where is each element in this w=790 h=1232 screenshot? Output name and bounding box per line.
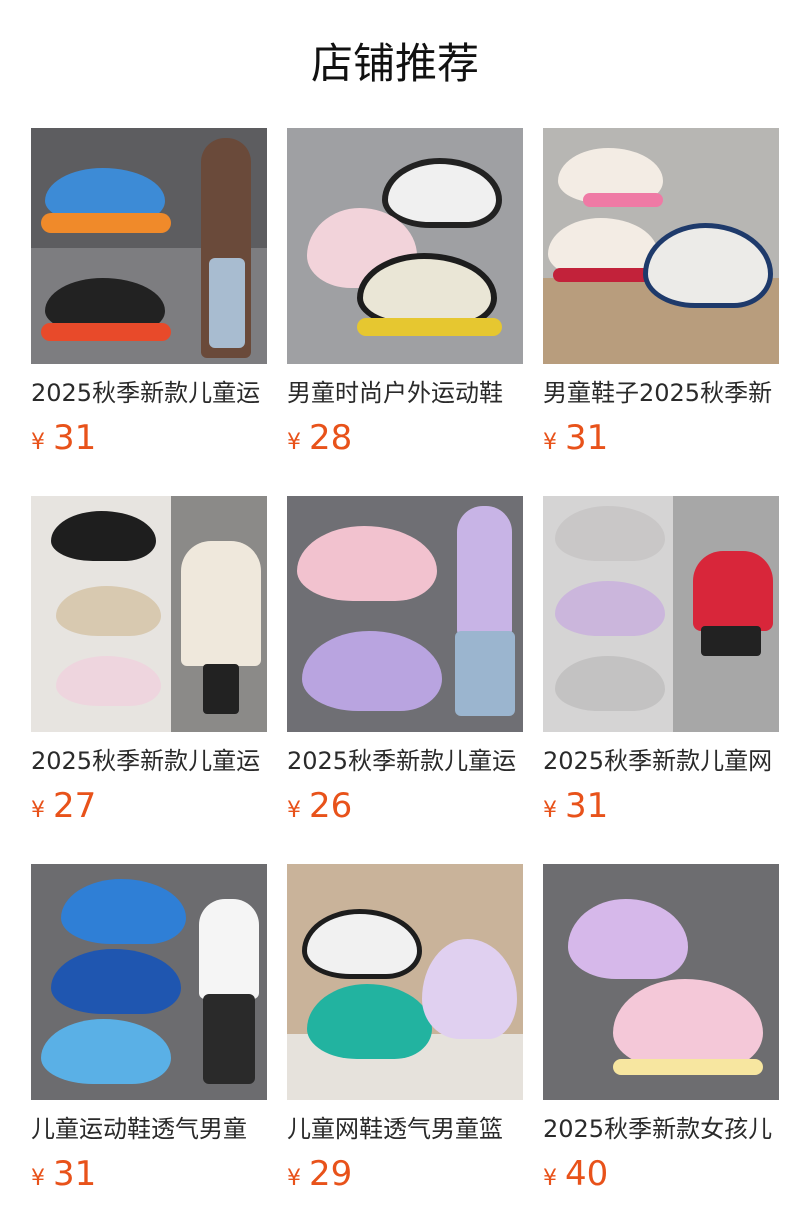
price-value: 27 <box>53 786 97 826</box>
page-title: 店铺推荐 <box>310 39 479 88</box>
product-name[interactable]: 2025秋季新款女孩儿 <box>543 1112 779 1146</box>
price-value: 31 <box>53 1154 97 1194</box>
product-image[interactable] <box>543 864 779 1100</box>
product-image[interactable] <box>287 128 523 364</box>
product-price: ¥ 27 <box>31 786 96 826</box>
product-image[interactable] <box>31 496 267 732</box>
product-price: ¥ 28 <box>287 418 352 458</box>
currency-symbol: ¥ <box>287 430 301 455</box>
product-card[interactable]: 男童时尚户外运动鞋 ¥ 28 <box>287 128 523 468</box>
product-name[interactable]: 2025秋季新款儿童运 <box>31 744 267 778</box>
currency-symbol: ¥ <box>31 1166 45 1191</box>
product-card[interactable]: 儿童网鞋透气男童篮 ¥ 29 <box>287 864 523 1204</box>
currency-symbol: ¥ <box>31 798 45 823</box>
price-value: 40 <box>565 1154 609 1194</box>
currency-symbol: ¥ <box>543 1166 557 1191</box>
product-image[interactable] <box>287 496 523 732</box>
product-card[interactable]: 2025秋季新款儿童运 ¥ 26 <box>287 496 523 836</box>
product-card[interactable]: 2025秋季新款儿童运 ¥ 31 <box>31 128 267 468</box>
product-name[interactable]: 儿童运动鞋透气男童 <box>31 1112 267 1146</box>
product-name[interactable]: 男童鞋子2025秋季新 <box>543 376 779 410</box>
product-price: ¥ 31 <box>31 1154 96 1194</box>
product-price: ¥ 26 <box>287 786 352 826</box>
product-card[interactable]: 2025秋季新款儿童网 ¥ 31 <box>543 496 779 836</box>
price-value: 29 <box>309 1154 353 1194</box>
currency-symbol: ¥ <box>543 798 557 823</box>
currency-symbol: ¥ <box>287 1166 301 1191</box>
currency-symbol: ¥ <box>31 430 45 455</box>
product-price: ¥ 40 <box>543 1154 608 1194</box>
product-price: ¥ 29 <box>287 1154 352 1194</box>
product-image[interactable] <box>543 128 779 364</box>
currency-symbol: ¥ <box>287 798 301 823</box>
product-card[interactable]: 男童鞋子2025秋季新 ¥ 31 <box>543 128 779 468</box>
price-value: 31 <box>565 418 609 458</box>
product-price: ¥ 31 <box>543 786 608 826</box>
product-name[interactable]: 2025秋季新款儿童运 <box>287 744 523 778</box>
product-name[interactable]: 2025秋季新款儿童网 <box>543 744 779 778</box>
currency-symbol: ¥ <box>543 430 557 455</box>
product-price: ¥ 31 <box>31 418 96 458</box>
product-image[interactable] <box>31 128 267 364</box>
product-price: ¥ 31 <box>543 418 608 458</box>
price-value: 31 <box>53 418 97 458</box>
price-value: 31 <box>565 786 609 826</box>
product-name[interactable]: 儿童网鞋透气男童篮 <box>287 1112 523 1146</box>
product-image[interactable] <box>287 864 523 1100</box>
product-image[interactable] <box>31 864 267 1100</box>
product-card[interactable]: 儿童运动鞋透气男童 ¥ 31 <box>31 864 267 1204</box>
product-card[interactable]: 2025秋季新款女孩儿 ¥ 40 <box>543 864 779 1204</box>
product-name[interactable]: 2025秋季新款儿童运 <box>31 376 267 410</box>
price-value: 28 <box>309 418 353 458</box>
product-image[interactable] <box>543 496 779 732</box>
product-name[interactable]: 男童时尚户外运动鞋 <box>287 376 523 410</box>
product-card[interactable]: 2025秋季新款儿童运 ¥ 27 <box>31 496 267 836</box>
price-value: 26 <box>309 786 353 826</box>
